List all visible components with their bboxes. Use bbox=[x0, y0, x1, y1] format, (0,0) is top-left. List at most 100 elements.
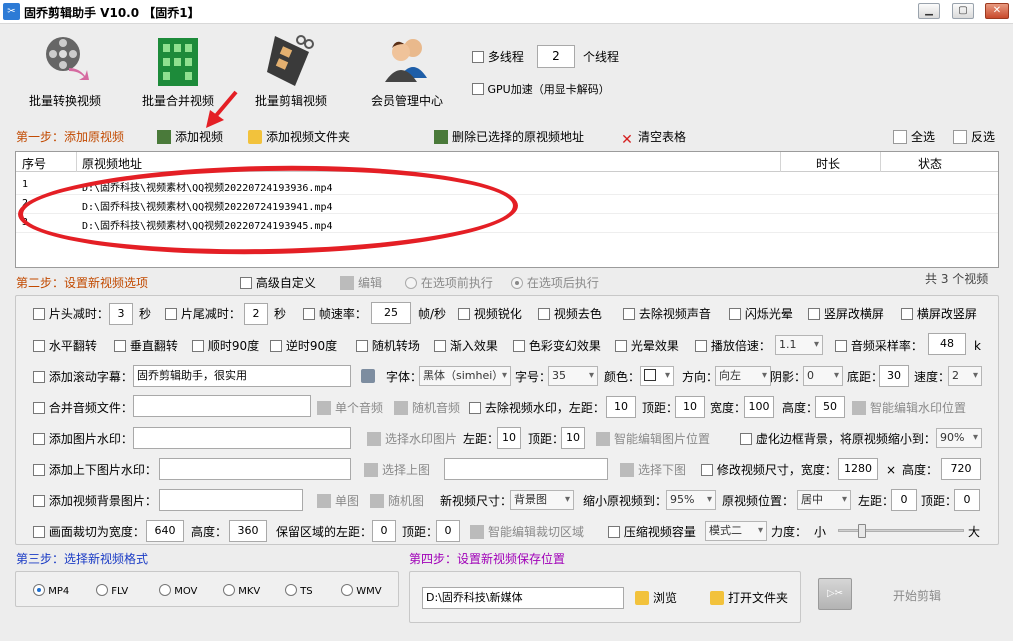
start-edit-icon[interactable]: ▷✂ bbox=[818, 578, 852, 610]
keep-left-input[interactable]: 0 bbox=[372, 520, 396, 542]
multithread-option[interactable]: 多线程 bbox=[472, 50, 524, 64]
sample-rate-input[interactable]: 48 bbox=[928, 333, 966, 355]
position-select[interactable]: 居中 bbox=[797, 490, 851, 510]
shrink-select[interactable]: 95% bbox=[666, 490, 716, 510]
background-image-option[interactable]: 添加视频背景图片： bbox=[33, 494, 157, 508]
resize-width-input[interactable]: 1280 bbox=[838, 458, 878, 480]
h2v-option[interactable]: 横屏改竖屏 bbox=[901, 307, 977, 321]
thread-count-input[interactable]: 2 bbox=[537, 45, 575, 68]
subtitle-edit-icon[interactable] bbox=[361, 369, 375, 383]
format-mp4-radio[interactable]: MP4 bbox=[33, 584, 69, 597]
head-cut-option[interactable]: 片头减时： bbox=[33, 307, 109, 321]
wm-height-input[interactable]: 50 bbox=[815, 396, 845, 418]
image-watermark-option[interactable]: 添加图片水印： bbox=[33, 432, 133, 446]
smart-watermark-button[interactable]: 智能编辑水印位置 bbox=[852, 401, 966, 415]
crop-width-input[interactable]: 640 bbox=[146, 520, 184, 542]
scroll-subtitle-input[interactable]: 固乔剪辑助手，很实用 bbox=[133, 365, 351, 387]
save-path-input[interactable]: D:\固乔科技\新媒体 bbox=[422, 587, 624, 609]
after-option-radio[interactable]: 在选项后执行 bbox=[511, 276, 599, 290]
random-audio-button[interactable]: 随机音频 bbox=[394, 401, 460, 415]
compress-option[interactable]: 压缩视频容量 bbox=[608, 525, 696, 539]
browse-button[interactable]: 浏览 bbox=[635, 591, 677, 605]
smart-crop-button[interactable]: 智能编辑裁切区域 bbox=[470, 525, 584, 539]
direction-select[interactable]: 向左 bbox=[715, 366, 771, 386]
wm-left-input[interactable]: 10 bbox=[606, 396, 636, 418]
fps-option[interactable]: 帧速率： bbox=[303, 307, 367, 321]
mute-option[interactable]: 去除视频声音 bbox=[623, 307, 711, 321]
format-mov-radio[interactable]: MOV bbox=[159, 584, 197, 597]
format-ts-radio[interactable]: TS bbox=[285, 584, 313, 597]
v2h-option[interactable]: 竖屏改横屏 bbox=[808, 307, 884, 321]
clear-table-button[interactable]: ✕ 清空表格 bbox=[620, 130, 686, 147]
fps-input[interactable]: 25 bbox=[371, 302, 411, 324]
col-duration[interactable]: 时长 bbox=[816, 155, 840, 172]
bg-top-input[interactable]: 0 bbox=[954, 489, 980, 511]
top-bottom-watermark-option[interactable]: 添加上下图片水印： bbox=[33, 463, 157, 477]
batch-edit-button[interactable]: 批量剪辑视频 bbox=[241, 30, 341, 112]
multithread-checkbox[interactable] bbox=[472, 51, 484, 63]
blur-background-option[interactable]: 虚化边框背景，将原视频缩小到： bbox=[740, 432, 936, 446]
add-video-button[interactable]: 添加视频 bbox=[157, 130, 223, 144]
merge-audio-option[interactable]: 合并音频文件： bbox=[33, 401, 133, 415]
random-transition-option[interactable]: 随机转场 bbox=[356, 339, 420, 353]
start-edit-button[interactable]: 开始剪辑 bbox=[893, 589, 941, 603]
col-status[interactable]: 状态 bbox=[918, 155, 942, 172]
gpu-option[interactable]: GPU加速（用显卡解码） bbox=[472, 83, 610, 97]
minimize-button[interactable]: ▁ bbox=[918, 3, 940, 19]
open-folder-button[interactable]: 打开文件夹 bbox=[710, 591, 788, 605]
shadow-select[interactable]: 0 bbox=[803, 366, 843, 386]
audio-file-input[interactable] bbox=[133, 395, 311, 417]
font-size-select[interactable]: 35 bbox=[548, 366, 598, 386]
remove-watermark-option[interactable]: 去除视频水印，左距： bbox=[469, 401, 605, 415]
strength-slider[interactable] bbox=[838, 524, 964, 538]
choose-watermark-button[interactable]: 选择水印图片 bbox=[367, 432, 457, 446]
add-folder-button[interactable]: 添加视频文件夹 bbox=[248, 130, 350, 144]
invert-select-button[interactable]: 反选 bbox=[953, 130, 995, 144]
compress-mode-select[interactable]: 模式二 bbox=[705, 521, 767, 541]
fade-in-option[interactable]: 渐入效果 bbox=[434, 339, 498, 353]
format-wmv-radio[interactable]: WMV bbox=[341, 584, 382, 597]
flash-option[interactable]: 闪烁光晕 bbox=[729, 307, 793, 321]
select-all-button[interactable]: 全选 bbox=[893, 130, 935, 144]
new-size-select[interactable]: 背景图 bbox=[510, 490, 574, 510]
single-audio-button[interactable]: 单个音频 bbox=[317, 401, 383, 415]
sample-rate-option[interactable]: 音频采样率： bbox=[835, 339, 923, 353]
resize-video-option[interactable]: 修改视频尺寸，宽度： bbox=[701, 463, 837, 477]
tail-cut-input[interactable]: 2 bbox=[244, 303, 268, 325]
color-fx-option[interactable]: 色彩变幻效果 bbox=[513, 339, 601, 353]
batch-convert-button[interactable]: 批量转换视频 bbox=[15, 30, 115, 112]
speed-option[interactable]: 播放倍速： bbox=[695, 339, 771, 353]
top-image-input[interactable] bbox=[159, 458, 351, 480]
resize-height-input[interactable]: 720 bbox=[941, 458, 981, 480]
format-flv-radio[interactable]: FLV bbox=[96, 584, 128, 597]
wm-top-input[interactable]: 10 bbox=[675, 396, 705, 418]
background-image-input[interactable] bbox=[159, 489, 303, 511]
delete-selected-button[interactable]: 删除已选择的原视频地址 bbox=[434, 130, 584, 144]
choose-top-image-button[interactable]: 选择上图 bbox=[364, 463, 430, 477]
sharpen-option[interactable]: 视频锐化 bbox=[458, 307, 522, 321]
advanced-checkbox[interactable] bbox=[240, 277, 252, 289]
bg-left-input[interactable]: 0 bbox=[891, 489, 917, 511]
blur-scale-select[interactable]: 90% bbox=[936, 428, 982, 448]
scroll-speed-select[interactable]: 2 bbox=[948, 366, 982, 386]
smart-image-button[interactable]: 智能编辑图片位置 bbox=[596, 432, 710, 446]
color-select[interactable] bbox=[640, 366, 674, 386]
crop-height-input[interactable]: 360 bbox=[229, 520, 267, 542]
cw90-option[interactable]: 顺时90度 bbox=[192, 339, 259, 353]
head-cut-input[interactable]: 3 bbox=[109, 303, 133, 325]
tail-cut-option[interactable]: 片尾减时： bbox=[165, 307, 241, 321]
font-select[interactable]: 黑体（simhei） bbox=[419, 366, 511, 386]
choose-bottom-image-button[interactable]: 选择下图 bbox=[620, 463, 686, 477]
ccw90-option[interactable]: 逆时90度 bbox=[270, 339, 337, 353]
hflip-option[interactable]: 水平翻转 bbox=[33, 339, 97, 353]
member-center-button[interactable]: 会员管理中心 bbox=[357, 30, 457, 112]
vflip-option[interactable]: 垂直翻转 bbox=[114, 339, 178, 353]
close-button[interactable]: ✕ bbox=[985, 3, 1009, 19]
img-top-input[interactable]: 10 bbox=[561, 427, 585, 449]
edit-button[interactable]: 编辑 bbox=[340, 276, 382, 290]
strength-slider-thumb[interactable] bbox=[858, 524, 866, 538]
advanced-option[interactable]: 高级自定义 bbox=[240, 276, 316, 290]
bottom-image-input[interactable] bbox=[444, 458, 608, 480]
keep-top-input[interactable]: 0 bbox=[436, 520, 460, 542]
image-watermark-input[interactable] bbox=[133, 427, 351, 449]
